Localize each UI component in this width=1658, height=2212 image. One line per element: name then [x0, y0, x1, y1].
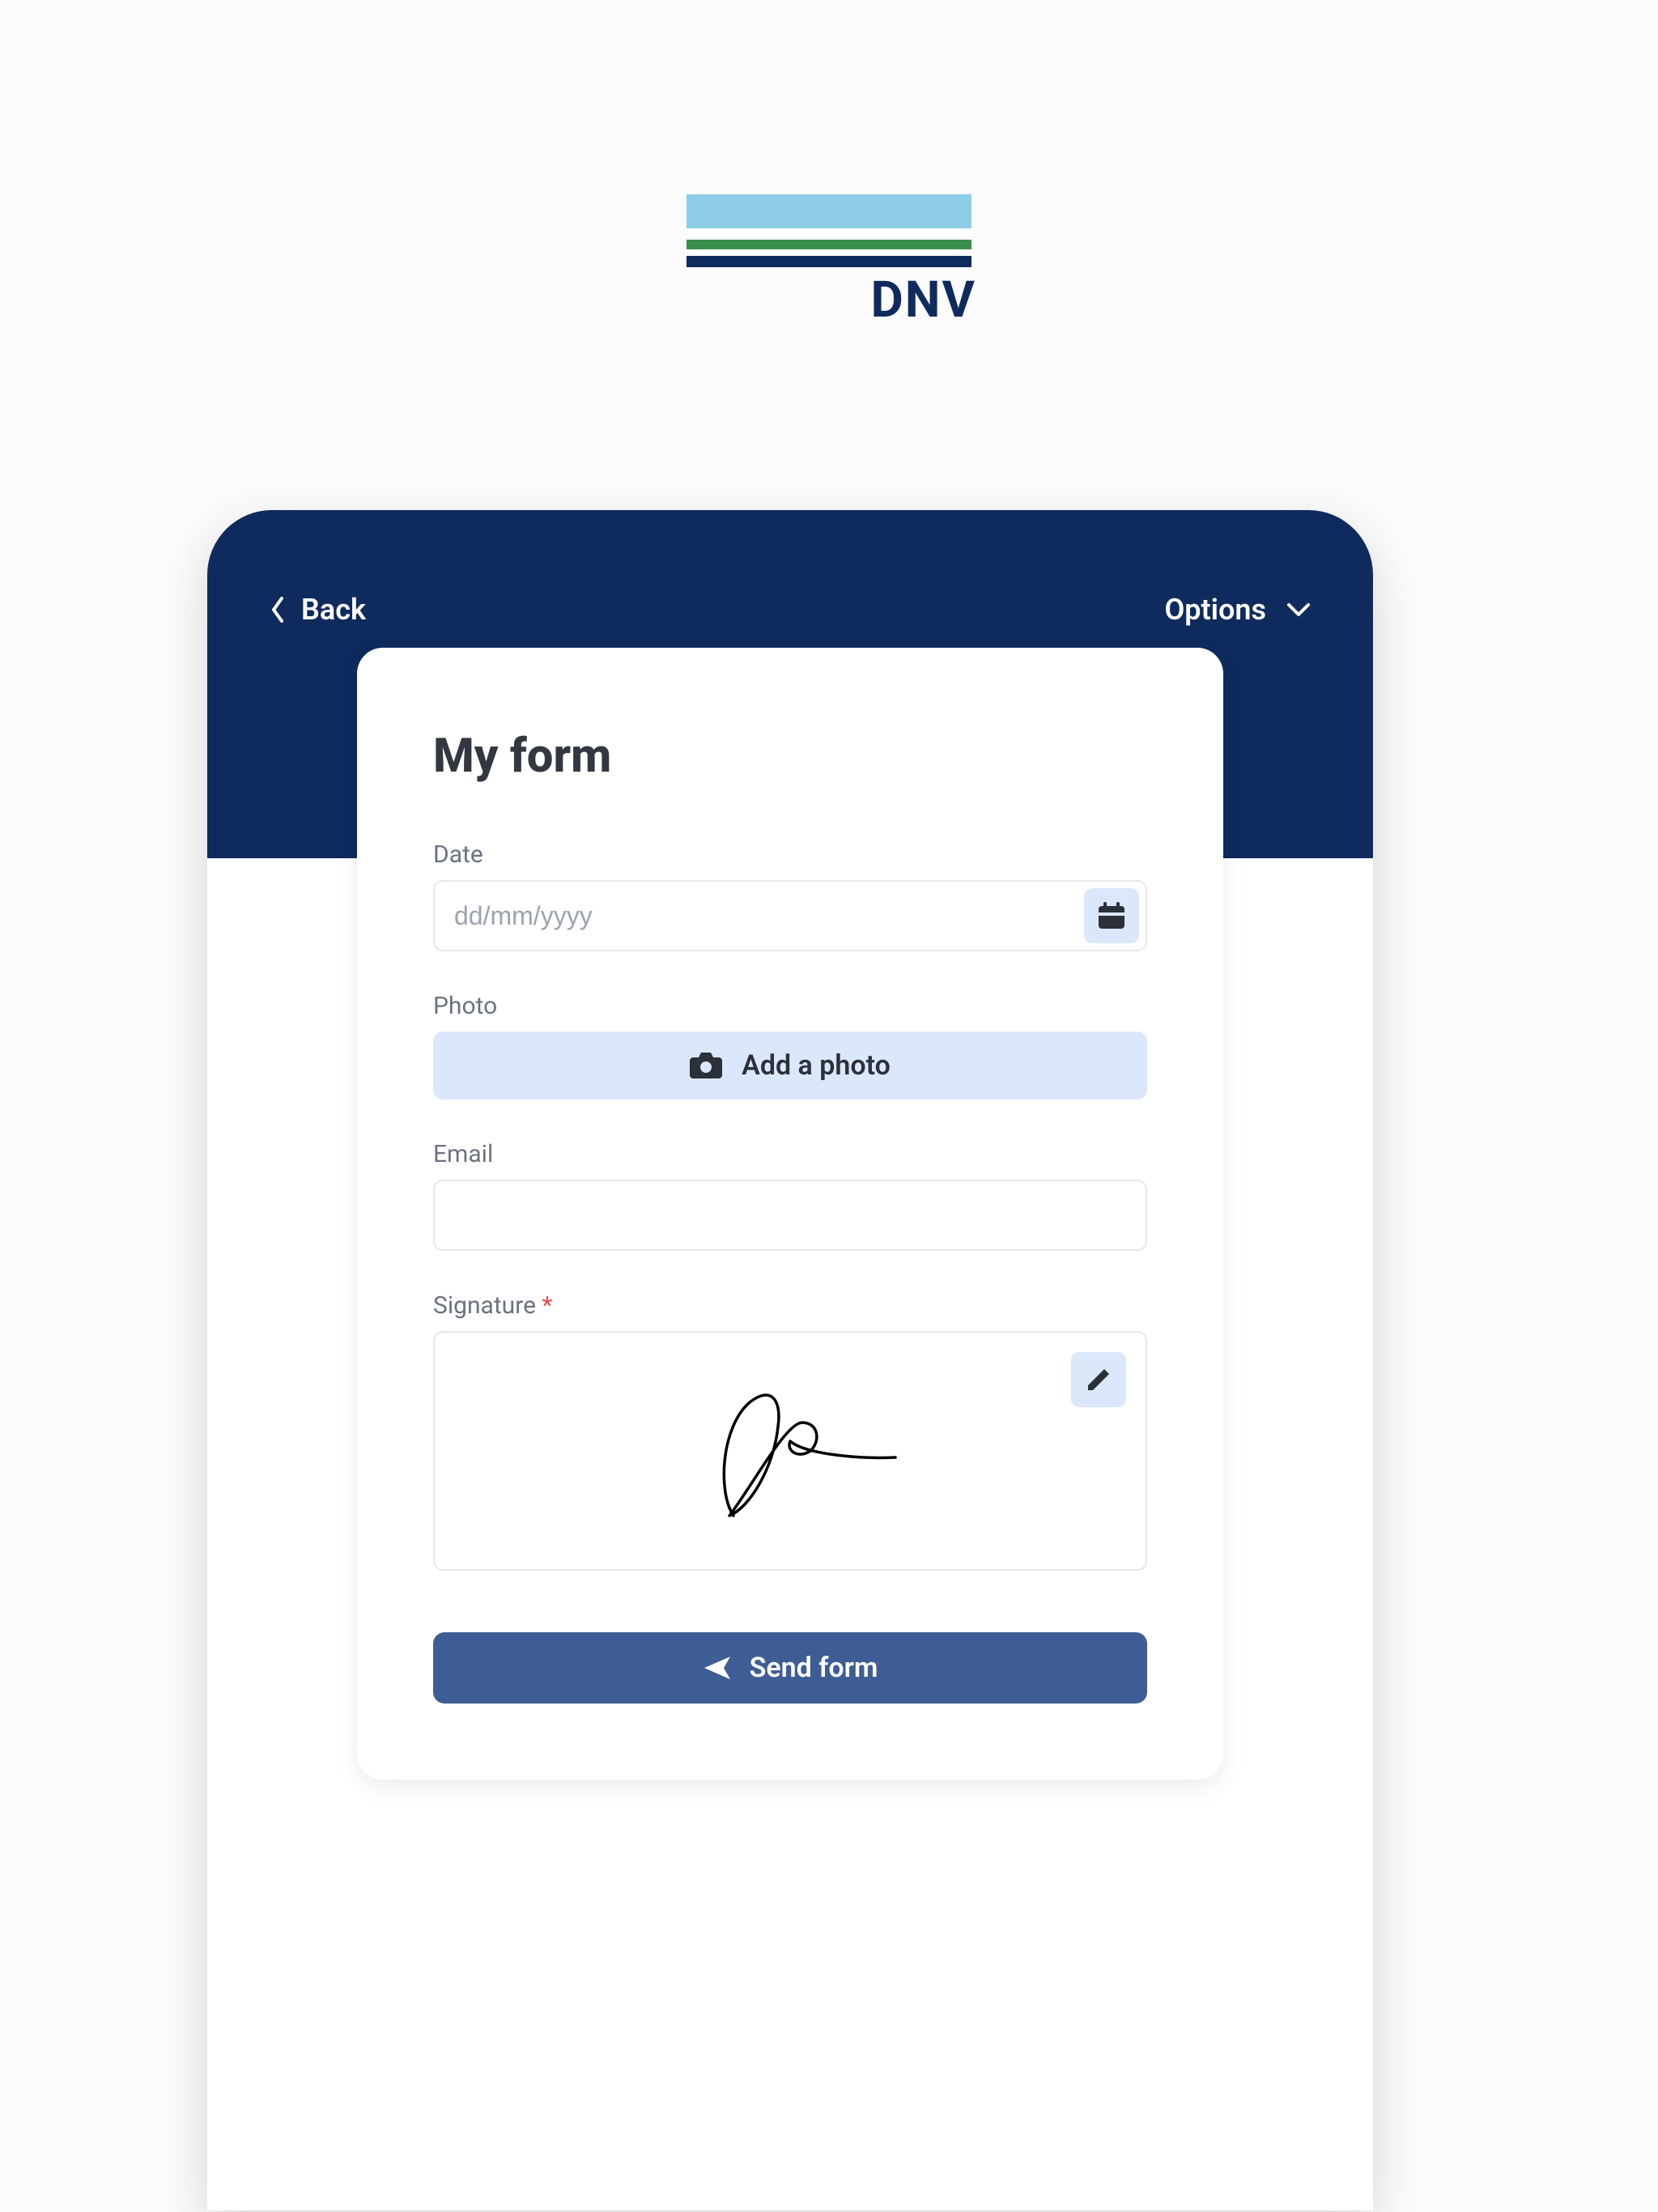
options-label: Options — [1164, 593, 1266, 627]
pencil-icon — [1085, 1366, 1112, 1393]
edit-signature-button[interactable] — [1071, 1352, 1126, 1407]
email-label: Email — [433, 1140, 1147, 1168]
back-button[interactable]: Back — [256, 583, 379, 636]
chevron-left-icon — [269, 595, 285, 624]
date-label: Date — [433, 840, 1147, 869]
photo-field-group: Photo Add a photo — [433, 992, 1147, 1100]
device-frame: Back Options My form Date — [207, 510, 1373, 2210]
logo-bars — [687, 194, 971, 267]
signature-drawing — [677, 1378, 903, 1524]
calendar-icon — [1096, 900, 1127, 931]
signature-field-group: Signature * — [433, 1291, 1147, 1571]
send-form-button[interactable]: Send form — [433, 1632, 1147, 1704]
form-title: My form — [433, 729, 1147, 784]
signature-label: Signature * — [433, 1291, 1147, 1320]
logo-text: DNV — [870, 270, 976, 330]
date-field-group: Date — [433, 840, 1147, 951]
add-photo-label: Add a photo — [742, 1049, 891, 1082]
signature-box[interactable] — [433, 1331, 1147, 1571]
send-icon — [703, 1653, 732, 1682]
photo-label: Photo — [433, 992, 1147, 1020]
send-label: Send form — [750, 1652, 878, 1684]
date-input[interactable] — [433, 880, 1147, 951]
calendar-picker-button[interactable] — [1084, 888, 1139, 943]
add-photo-button[interactable]: Add a photo — [433, 1032, 1147, 1100]
back-label: Back — [301, 593, 366, 627]
email-field-group: Email — [433, 1140, 1147, 1251]
options-button[interactable]: Options — [1151, 583, 1324, 636]
brand-logo: DNV — [687, 194, 971, 330]
camera-icon — [690, 1051, 722, 1080]
nav-bar: Back Options — [207, 510, 1373, 636]
chevron-down-icon — [1286, 602, 1312, 618]
required-indicator: * — [542, 1291, 552, 1320]
email-input[interactable] — [433, 1180, 1147, 1251]
form-card: My form Date Photo — [357, 648, 1223, 1780]
